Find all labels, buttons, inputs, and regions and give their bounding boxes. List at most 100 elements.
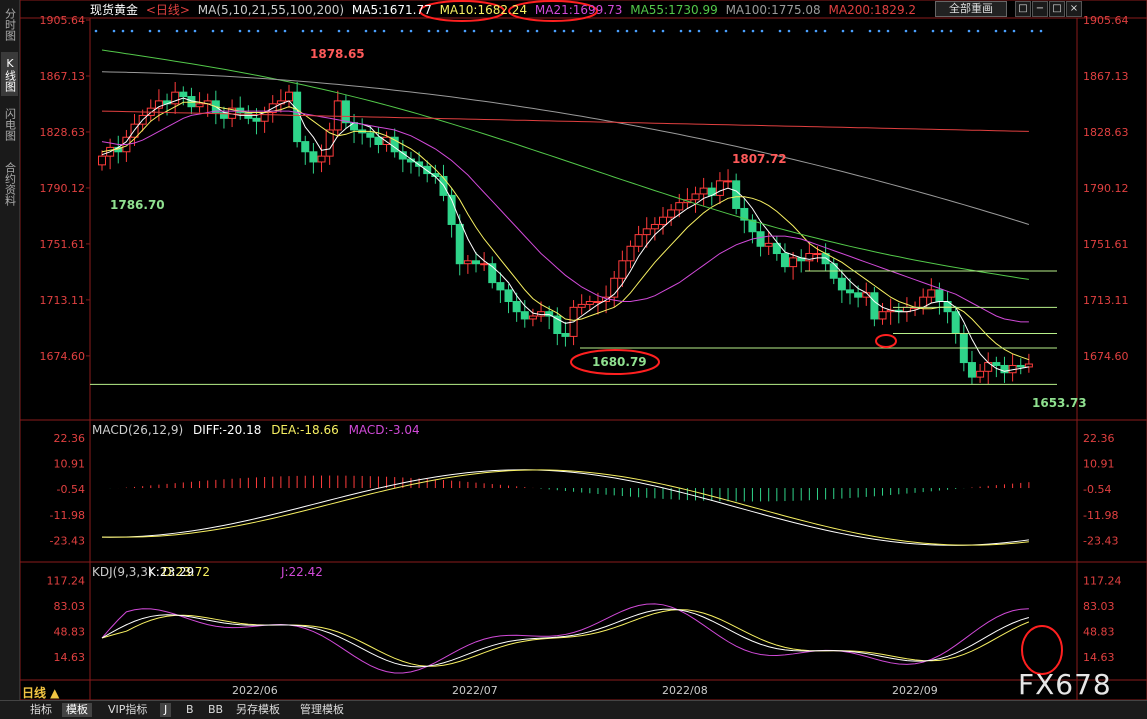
candle-body [675,202,684,211]
candle-body [528,315,537,320]
signal-dot [1039,29,1043,33]
tab-b[interactable]: B [182,703,198,717]
signal-dot [940,29,944,33]
bottom-toolbar: 指标 模板 VIP指标 J B BB 另存模板 管理模板 [0,700,1147,719]
restore-button[interactable]: □ [1015,1,1031,17]
candle-body [98,155,106,166]
tab-templates[interactable]: 模板 [62,703,92,717]
watermark-logo: FX678 [1018,668,1112,701]
signal-dot [445,29,449,33]
macd-tick-right: -23.43 [1083,534,1118,547]
price-tick-left: 1867.13 [40,70,86,83]
signal-dot [805,29,809,33]
high-1807-label: 1807.72 [732,152,787,166]
candle-body [463,260,472,265]
candle-body [333,100,342,131]
signal-dot [850,29,854,33]
tab-kline[interactable]: K线图 [1,52,18,96]
candle-body [577,303,586,308]
candle-body [179,91,188,98]
signal-dot [499,29,503,33]
kdj-tick-right: 14.63 [1083,651,1115,664]
signal-dot [967,29,971,33]
candle-body [252,117,261,122]
signal-dot [508,29,512,33]
kdj-tick-right: 83.03 [1083,600,1115,613]
signal-dot [400,29,404,33]
signal-dot [535,29,539,33]
candle-body [1016,364,1025,368]
signal-dot [247,29,251,33]
tab-contract-info[interactable]: 合约资料 [1,154,18,214]
signal-dot [634,29,638,33]
save-template-button[interactable]: 另存模板 [232,703,284,717]
signal-dot [913,29,917,33]
signal-dot [760,29,764,33]
signal-dot [526,29,530,33]
signal-dot [697,29,701,33]
macd-legend: MACD(26,12,9) DIFF:-20.18 DEA:-18.66 MAC… [92,423,426,437]
tab-j[interactable]: J [160,703,172,717]
signal-dot [616,29,620,33]
ma10-line [101,101,1030,361]
left-sidebar: 分时图 K线图 闪电图 合约资料 [0,0,20,718]
candle-body [496,282,505,291]
candle-body [350,122,359,131]
candle-body [756,231,765,247]
chart-area[interactable]: 1905.64 1905.64 1867.13 1867.13 1828.63 1828.… [20,0,1147,700]
signal-dot [724,29,728,33]
signal-dot [661,29,665,33]
tab-timeshare[interactable]: 分时图 [1,4,18,44]
candle-body [642,228,651,236]
signal-dot [94,29,98,33]
signal-dot [778,29,782,33]
signal-dot [904,29,908,33]
candle-body [724,180,733,183]
kdj-j-line [101,603,1029,674]
signal-dot [346,29,350,33]
kdj-tick-left: 48.83 [54,625,86,638]
candle-body [1024,363,1033,368]
low-1786-label: 1786.70 [110,198,165,212]
tab-vip-indicators[interactable]: VIP指标 [104,703,151,717]
candle-body [585,301,594,305]
ma21-value: MA21:1699.73 [534,3,623,17]
candle-body [699,187,708,195]
candle-body [837,277,846,291]
candle-body [951,311,960,334]
ma5-value: MA5:1671.77 [351,3,432,17]
signal-dot [301,29,305,33]
candle-body [480,263,489,266]
tab-bb[interactable]: BB [204,703,227,717]
maximize-button[interactable]: □ [1049,1,1065,17]
close-button[interactable]: × [1066,1,1082,17]
tab-indicators[interactable]: 指标 [26,703,56,717]
period-link[interactable]: <日线> [146,3,190,17]
candle-body [512,301,521,313]
price-tick-left: 1751.61 [40,238,86,251]
signal-dot [463,29,467,33]
signal-dot [121,29,125,33]
low-1680-label: 1680.79 [592,355,647,369]
date-label: 2022/06 [232,684,278,697]
signal-dot [625,29,629,33]
kdj-tick-right: 48.83 [1083,625,1115,638]
manage-template-button[interactable]: 管理模板 [296,703,348,717]
period-selector[interactable]: 日线 ▲ [22,684,59,701]
signal-dot [193,29,197,33]
ma200-value: MA200:1829.2 [828,3,917,17]
price-tick-right: 1674.60 [1083,350,1129,363]
signal-dot [1012,29,1016,33]
kdj-legend: KDJ(9,3,3) D:23.72 K:23.29 J:22.42 [92,565,329,579]
candle-body [520,311,529,320]
signal-dot [787,29,791,33]
signal-dot [886,29,890,33]
tab-flash-chart[interactable]: 闪电图 [1,102,18,146]
signal-dot [274,29,278,33]
high-1878-label: 1878.65 [310,47,365,61]
redraw-select[interactable]: 全部重画 [935,1,1007,17]
price-tick-right: 1905.64 [1083,14,1129,27]
price-tick-left: 1790.12 [40,182,86,195]
minimize-button[interactable]: − [1032,1,1048,17]
ma21-line [101,110,1029,323]
